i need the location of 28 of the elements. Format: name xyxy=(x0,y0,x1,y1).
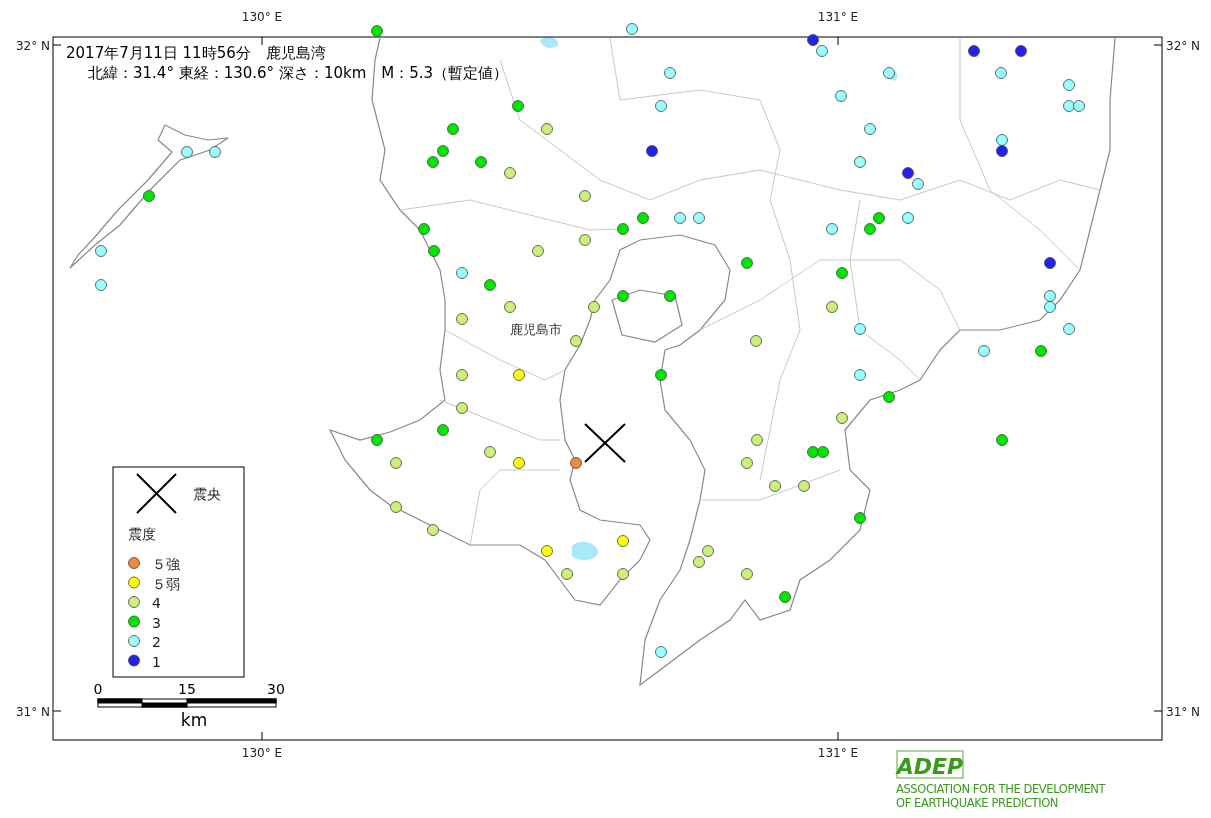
latitude-label: 32° N xyxy=(15,39,50,53)
legend-title: 震度 xyxy=(128,526,156,542)
longitude-label: 131° E xyxy=(817,746,859,760)
event-title: 2017年7月11日 11時56分 鹿児島湾 xyxy=(66,44,326,62)
scale-tick-label: 0 xyxy=(93,681,103,697)
longitude-label: 130° E xyxy=(241,746,283,760)
logo-badge: ADEP xyxy=(896,750,964,779)
legend-label: 3 xyxy=(152,614,161,631)
legend-label: 2 xyxy=(152,634,161,650)
epicenter-mark xyxy=(584,423,626,463)
legend-label: 4 xyxy=(152,595,161,611)
scale-tick-label: 15 xyxy=(178,681,196,697)
scale-tick-label: 30 xyxy=(267,681,285,697)
city-label: 鹿児島市 xyxy=(510,322,562,337)
latitude-label: 32° N xyxy=(1166,39,1201,53)
event-details: 北緯：31.4° 東経：130.6° 深さ：10km M：5.3（暫定値） xyxy=(88,64,509,82)
legend-label: 震央 xyxy=(193,486,221,502)
longitude-label: 131° E xyxy=(817,10,859,24)
legend-label: ５弱 xyxy=(152,575,180,592)
latitude-label: 31° N xyxy=(15,705,50,719)
latitude-label: 31° N xyxy=(1166,705,1201,719)
longitude-label: 130° E xyxy=(241,10,283,24)
logo-text: OF EARTHQUAKE PREDICTION xyxy=(896,796,1059,810)
logo-text: ASSOCIATION FOR THE DEVELOPMENT xyxy=(896,782,1106,796)
legend-label: ５強 xyxy=(152,556,180,572)
scale-unit: km xyxy=(180,710,208,730)
legend-label: 1 xyxy=(152,653,161,670)
epicenter-legend-icon xyxy=(136,473,177,514)
